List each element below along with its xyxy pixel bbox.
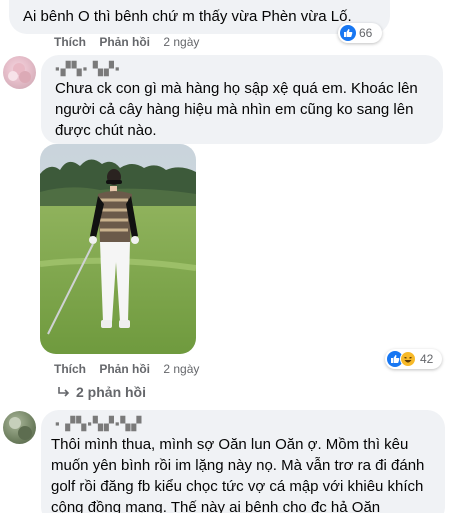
- comment-bubble: ▪︎ ▞▚▪︎▚▞▪▚▞ Thôi mình thua, mình sợ Oăn…: [41, 410, 445, 513]
- comment-text: Thôi mình thua, mình sợ Oăn lun Oăn ợ. M…: [51, 436, 425, 513]
- like-reaction-icon: [340, 25, 356, 41]
- avatar-image-icon: [8, 63, 31, 83]
- reaction-summary[interactable]: 42: [385, 349, 442, 369]
- comment-photo[interactable]: [40, 144, 196, 354]
- view-replies-link[interactable]: 2 phản hồi: [56, 384, 146, 400]
- timestamp[interactable]: 2 ngày: [163, 362, 199, 376]
- avatar[interactable]: [3, 56, 36, 89]
- comment-actions: Thích Phản hồi 2 ngày: [54, 362, 209, 376]
- comment-bubble: ▪︎▞▚▪︎ ▚▞▪ Chưa ck con gì mà hàng họ sập…: [41, 55, 443, 144]
- comment-bubble: Ai bênh O thì bênh chứ m thấy vừa Phèn v…: [9, 0, 390, 34]
- comment-text: Chưa ck con gì mà hàng họ sập xệ quá em.…: [55, 80, 418, 139]
- haha-reaction-icon: [400, 351, 416, 367]
- reply-arrow-icon: [58, 387, 70, 397]
- golf-photo-icon: [40, 144, 196, 354]
- reply-link[interactable]: Phản hồi: [99, 35, 150, 49]
- like-link[interactable]: Thích: [54, 362, 86, 376]
- reaction-count: 66: [359, 26, 373, 40]
- avatar-image-icon: [9, 417, 32, 440]
- replies-count-label[interactable]: 2 phản hồi: [76, 384, 146, 400]
- like-link[interactable]: Thích: [54, 35, 86, 49]
- timestamp[interactable]: 2 ngày: [163, 35, 199, 49]
- comment-actions: Thích Phản hồi 2 ngày: [54, 35, 209, 49]
- comment-text: Ai bênh O thì bênh chứ m thấy vừa Phèn v…: [23, 8, 352, 25]
- reaction-count: 42: [420, 352, 434, 366]
- reply-link[interactable]: Phản hồi: [99, 362, 150, 376]
- avatar[interactable]: [3, 411, 36, 444]
- reaction-summary[interactable]: 66: [338, 23, 382, 43]
- comment-author[interactable]: ▪︎▞▚▪︎ ▚▞▪: [55, 61, 120, 77]
- comment-author[interactable]: ▪︎ ▞▚▪︎▚▞▪▚▞: [55, 416, 142, 432]
